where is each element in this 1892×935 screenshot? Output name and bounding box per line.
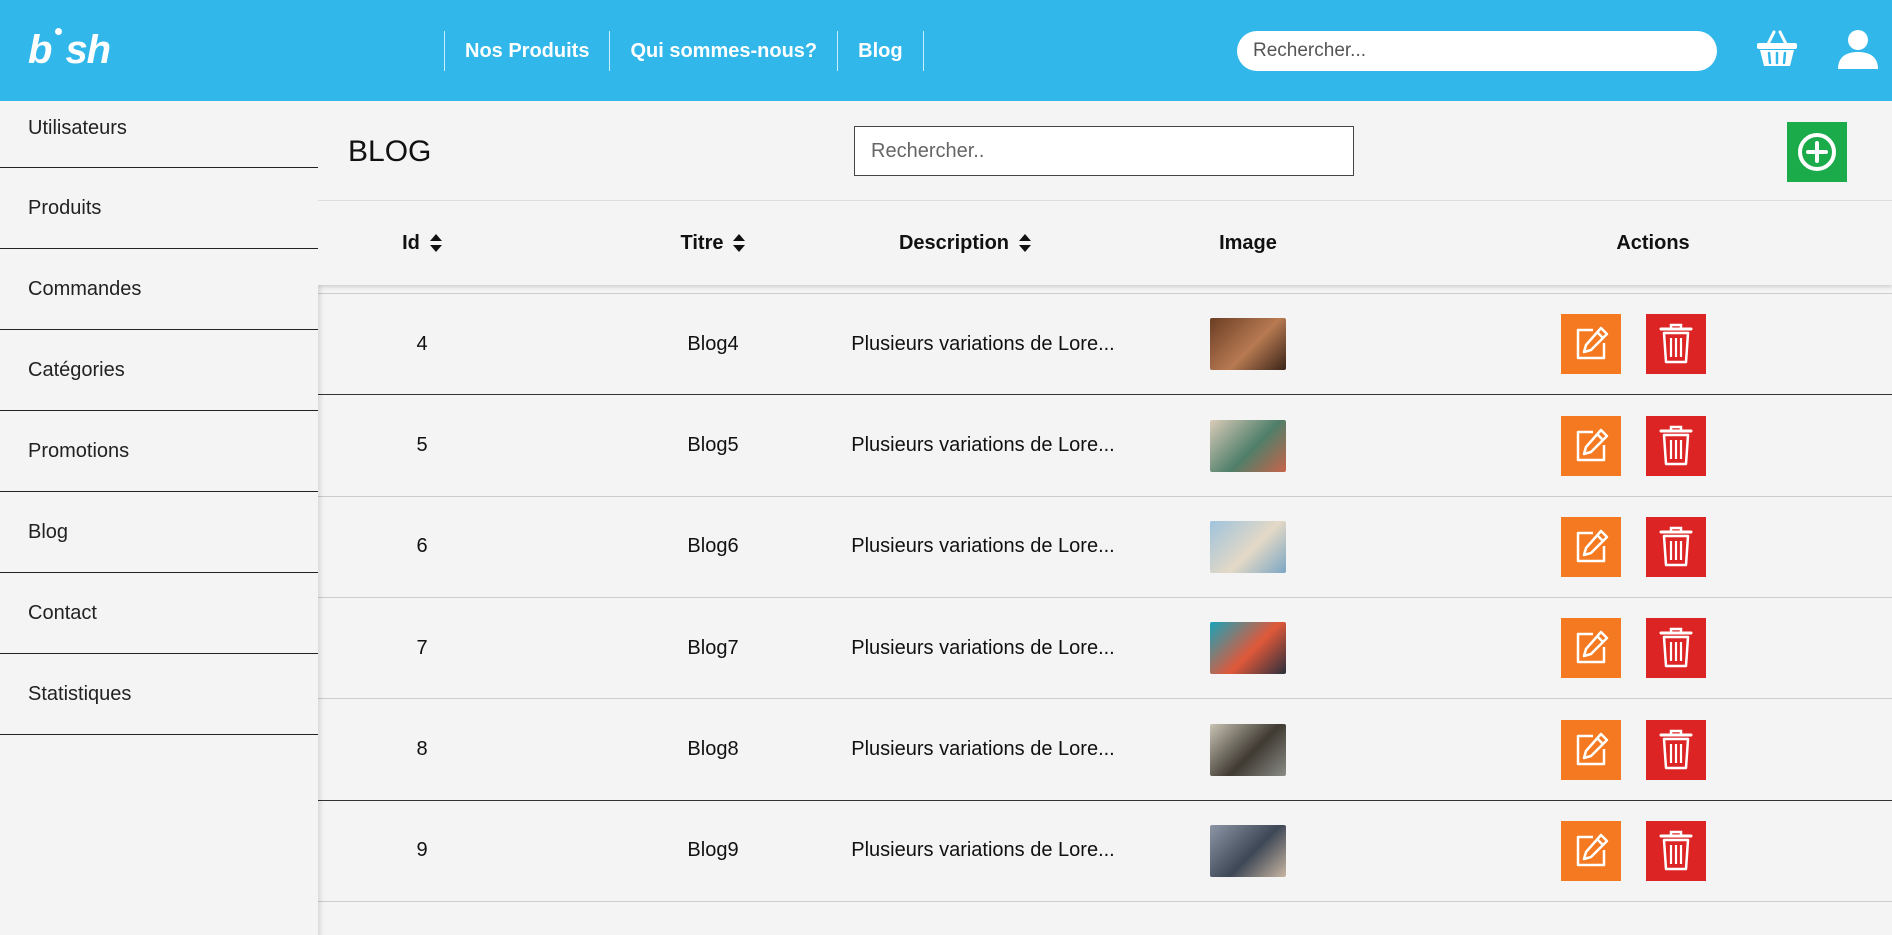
edit-button[interactable] [1561, 618, 1621, 679]
column-label-actions: Actions [1616, 231, 1690, 254]
header-search-input[interactable] [1237, 31, 1717, 71]
trash-icon [1659, 526, 1693, 567]
table-row: 7 Blog7 Plusieurs variations de Lore... [318, 598, 1892, 700]
row-image-cell [1188, 598, 1308, 698]
column-label-id: Id [402, 231, 420, 254]
column-label-image: Image [1219, 231, 1277, 254]
trash-icon [1659, 729, 1693, 769]
row-image-cell [1188, 801, 1308, 901]
sidebar-item-statistiques[interactable]: Statistiques [0, 654, 318, 735]
sidebar-item-contact[interactable]: Contact [0, 573, 318, 654]
row-id: 4 [416, 332, 428, 355]
nav-nos-produits[interactable]: Nos Produits [444, 31, 609, 71]
row-title: Blog5 [687, 434, 739, 457]
sort-icon [1019, 234, 1032, 252]
row-id: 7 [416, 636, 428, 659]
brand-logo[interactable]: b sh [28, 28, 111, 72]
edit-button[interactable] [1561, 820, 1621, 881]
trash-icon [1659, 627, 1693, 668]
row-id: 9 [416, 839, 428, 862]
table-row: 8 Blog8 Plusieurs variations de Lore... [318, 700, 1892, 801]
row-image-cell [1188, 497, 1308, 597]
blog-search-input[interactable] [854, 126, 1354, 176]
add-blog-button[interactable] [1787, 122, 1847, 182]
delete-button[interactable] [1646, 415, 1706, 476]
trash-icon [1659, 830, 1693, 871]
edit-icon [1576, 833, 1609, 867]
row-title: Blog8 [687, 738, 739, 760]
content-header: BLOG [318, 101, 1892, 201]
top-header: b sh Nos Produits Qui sommes-nous? Blog [0, 0, 1892, 101]
row-title: Blog9 [687, 839, 739, 862]
edit-icon [1576, 428, 1609, 461]
nav-qui-sommes-nous[interactable]: Qui sommes-nous? [609, 31, 837, 71]
basket-icon[interactable] [1752, 24, 1802, 74]
row-description: Plusieurs variations de Lore... [851, 839, 1115, 862]
column-label-titre: Titre [680, 231, 724, 254]
delete-button[interactable] [1646, 618, 1706, 679]
row-image-cell [1188, 700, 1308, 800]
row-id: 8 [416, 738, 428, 760]
edit-button[interactable] [1561, 314, 1621, 375]
table-row: 9 Blog9 Plusieurs variations de Lore... [318, 801, 1892, 902]
column-header-id[interactable]: Id [370, 201, 474, 285]
row-description: Plusieurs variations de Lore... [851, 738, 1115, 760]
sidebar-item-produits[interactable]: Produits [0, 168, 318, 249]
row-title: Blog4 [687, 332, 739, 355]
user-account-icon[interactable] [1833, 24, 1883, 74]
row-description: Plusieurs variations de Lore... [851, 332, 1115, 355]
sort-icon [429, 234, 442, 252]
blog-thumbnail [1210, 622, 1286, 675]
table-row: 4 Blog4 Plusieurs variations de Lore... [318, 294, 1892, 396]
edit-icon [1576, 327, 1609, 360]
blog-thumbnail [1210, 723, 1286, 776]
row-description: Plusieurs variations de Lore... [851, 636, 1115, 659]
row-description: Plusieurs variations de Lore... [851, 434, 1115, 457]
column-label-description: Description [898, 231, 1010, 254]
delete-button[interactable] [1646, 719, 1706, 780]
column-header-description[interactable]: Description [878, 201, 1052, 285]
main-nav: Nos Produits Qui sommes-nous? Blog [444, 31, 924, 71]
trash-icon [1659, 324, 1693, 364]
edit-icon [1576, 732, 1609, 765]
column-header-actions: Actions [1563, 201, 1743, 285]
column-header-image: Image [1208, 201, 1288, 285]
edit-icon [1576, 529, 1609, 563]
table-row: 6 Blog6 Plusieurs variations de Lore... [318, 497, 1892, 598]
sort-icon [733, 234, 746, 252]
row-image-cell [1188, 294, 1308, 394]
edit-button[interactable] [1561, 516, 1621, 577]
table-row: 5 Blog5 Plusieurs variations de Lore... [318, 396, 1892, 497]
sidebar-item-categories[interactable]: Catégories [0, 330, 318, 411]
delete-button[interactable] [1646, 314, 1706, 375]
edit-button[interactable] [1561, 719, 1621, 780]
plus-circle-icon [1798, 133, 1836, 171]
edit-button[interactable] [1561, 415, 1621, 476]
row-id: 5 [416, 434, 428, 457]
blog-thumbnail [1210, 520, 1286, 573]
row-title: Blog6 [687, 535, 739, 558]
trash-icon [1659, 425, 1693, 465]
blog-table: 3Blog3Plusieurs variations de Lore...4Bl… [318, 201, 1892, 935]
sidebar-item-blog[interactable]: Blog [0, 492, 318, 573]
sidebar-item-utilisateurs[interactable]: Utilisateurs [0, 101, 318, 168]
table-header: Id Titre Description Image Actions [318, 201, 1892, 285]
blog-thumbnail [1210, 419, 1286, 472]
row-id: 6 [416, 535, 428, 558]
edit-icon [1576, 630, 1609, 664]
blog-thumbnail [1210, 824, 1286, 877]
row-title: Blog7 [687, 636, 739, 659]
sidebar-item-promotions[interactable]: Promotions [0, 411, 318, 492]
column-header-titre[interactable]: Titre [660, 201, 766, 285]
nav-blog[interactable]: Blog [837, 31, 924, 71]
row-description: Plusieurs variations de Lore... [851, 535, 1115, 558]
blog-thumbnail [1210, 318, 1286, 371]
page-title: BLOG [348, 135, 432, 168]
row-image-cell [1188, 396, 1308, 496]
sidebar-item-commandes[interactable]: Commandes [0, 249, 318, 330]
delete-button[interactable] [1646, 820, 1706, 881]
admin-sidebar: Utilisateurs Produits Commandes Catégori… [0, 101, 318, 935]
delete-button[interactable] [1646, 516, 1706, 577]
